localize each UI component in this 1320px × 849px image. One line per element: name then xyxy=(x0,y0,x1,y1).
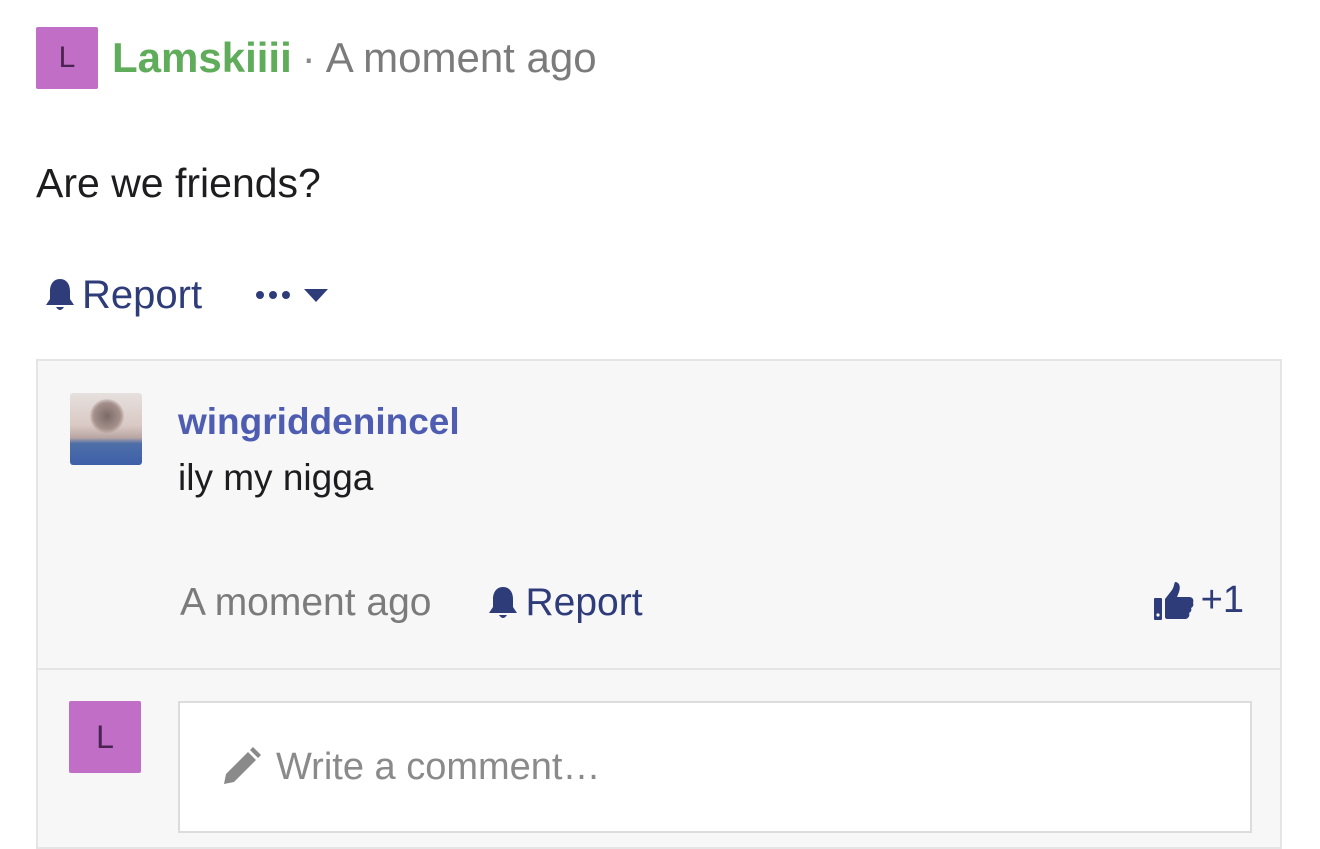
author-avatar[interactable]: L xyxy=(36,27,98,89)
comment-thread: wingriddenincel ily my nigga A moment ag… xyxy=(36,359,1282,849)
bell-icon xyxy=(46,279,74,310)
more-options-button[interactable] xyxy=(256,288,329,302)
comment-report-label: Report xyxy=(525,581,643,624)
comment-input[interactable]: Write a comment… xyxy=(178,701,1252,833)
post-body: Are we friends? xyxy=(36,160,321,206)
thumbs-up-icon xyxy=(1153,581,1194,620)
chevron-down-icon xyxy=(304,288,329,302)
post-actions: Report xyxy=(44,268,329,322)
like-button[interactable]: +1 xyxy=(1153,579,1244,622)
divider xyxy=(38,668,1280,670)
comment-timestamp: A moment ago xyxy=(180,581,432,624)
report-label: Report xyxy=(82,272,203,317)
bell-icon xyxy=(489,587,518,618)
commenter-avatar[interactable] xyxy=(70,393,142,465)
more-options-icon xyxy=(256,291,291,299)
comment-report-button[interactable]: Report xyxy=(487,581,643,625)
comment-input-placeholder: Write a comment… xyxy=(276,745,601,788)
current-user-avatar: L xyxy=(69,701,141,773)
comment-meta: A moment ago Report xyxy=(180,577,643,629)
pencil-icon xyxy=(224,747,261,784)
post-header: L Lamskiiii · A moment ago xyxy=(36,26,597,90)
author-name[interactable]: Lamskiiii xyxy=(112,34,292,82)
post-timestamp: A moment ago xyxy=(325,34,597,81)
meta-separator: · xyxy=(301,34,316,81)
report-button[interactable]: Report xyxy=(44,273,202,318)
like-count: +1 xyxy=(1200,579,1244,621)
commenter-name[interactable]: wingriddenincel xyxy=(178,401,460,443)
comment-text: ily my nigga xyxy=(178,457,374,498)
